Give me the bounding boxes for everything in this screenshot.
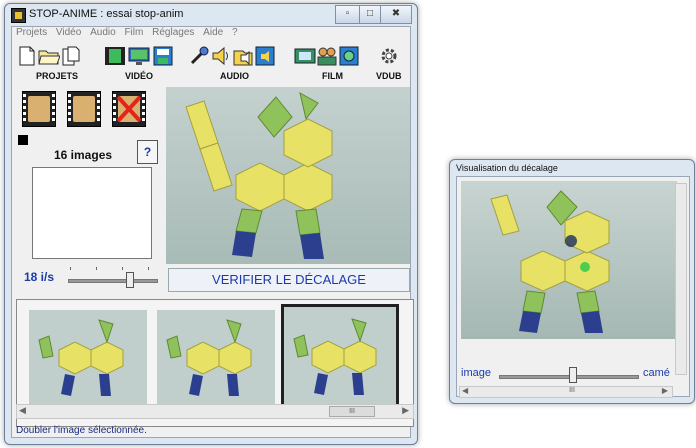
capture-image-button[interactable] bbox=[22, 91, 56, 127]
offset-window: Visualisation du décalage image camé ◀ I… bbox=[449, 159, 695, 404]
toolbar-label-vdub: VDUB bbox=[376, 71, 402, 81]
fps-slider[interactable] bbox=[68, 279, 158, 283]
duplicate-image-button[interactable] bbox=[67, 91, 101, 127]
toolbar-label-film: FILM bbox=[322, 71, 343, 81]
toolbar-label-audio: AUDIO bbox=[220, 71, 249, 81]
audio-import-icon[interactable] bbox=[232, 45, 254, 67]
save-project-icon[interactable] bbox=[60, 45, 82, 67]
face-icon bbox=[28, 96, 50, 122]
color-swatch[interactable] bbox=[18, 135, 28, 145]
vdub-gear-icon[interactable] bbox=[378, 45, 400, 67]
menu-projets[interactable]: Projets bbox=[16, 27, 47, 38]
image-info-panel bbox=[32, 167, 152, 259]
maximize-button[interactable]: □ bbox=[359, 5, 381, 24]
offset-preview bbox=[461, 181, 677, 339]
fps-slider-thumb[interactable] bbox=[126, 272, 134, 288]
close-button[interactable]: ✖ bbox=[380, 5, 412, 24]
delete-image-button[interactable] bbox=[112, 91, 146, 127]
speaker-icon[interactable] bbox=[210, 45, 232, 67]
scroll-left-icon[interactable]: ◀ bbox=[19, 405, 26, 416]
animation-frame-preview bbox=[185, 92, 333, 259]
delete-cross-icon bbox=[116, 95, 142, 123]
thumbnail-2[interactable] bbox=[157, 310, 275, 406]
offset-scrollbar-thumb[interactable]: III bbox=[550, 387, 594, 395]
thumbnail-3-selected[interactable] bbox=[281, 304, 399, 410]
main-client: Projets Vidéo Audio Film Réglages Aide ?… bbox=[11, 26, 414, 438]
menu-film[interactable]: Film bbox=[124, 27, 143, 38]
offset-title-bar[interactable]: Visualisation du décalage bbox=[450, 160, 694, 176]
offset-vertical-scrollbar[interactable] bbox=[675, 183, 687, 375]
app-icon bbox=[11, 8, 26, 23]
face-icon bbox=[73, 96, 95, 122]
menu-aide[interactable]: Aide bbox=[203, 27, 223, 38]
menu-audio[interactable]: Audio bbox=[90, 27, 116, 38]
film-settings-icon[interactable] bbox=[338, 45, 360, 67]
open-folder-icon[interactable] bbox=[38, 45, 60, 67]
menu-question[interactable]: ? bbox=[232, 27, 238, 38]
thumbnail-scrollbar[interactable]: ◀ III ▶ bbox=[16, 404, 414, 419]
toolbar-label-video: VIDÉO bbox=[125, 71, 154, 81]
minimize-button[interactable]: ▫ bbox=[335, 5, 360, 24]
offset-window-title: Visualisation du décalage bbox=[456, 163, 558, 173]
main-preview bbox=[166, 87, 410, 264]
film-people-icon[interactable] bbox=[316, 45, 338, 67]
images-count: 16 images bbox=[54, 148, 113, 162]
scroll-left-icon[interactable]: ◀ bbox=[462, 386, 468, 395]
fps-label: 18 i/s bbox=[24, 270, 55, 284]
offset-slider-thumb[interactable] bbox=[569, 367, 577, 383]
audio-save-icon[interactable] bbox=[254, 45, 276, 67]
status-bar: Doubler l'image sélectionnée. bbox=[16, 425, 147, 436]
toolbar-label-projets: PROJETS bbox=[36, 71, 79, 81]
new-project-icon[interactable] bbox=[16, 45, 38, 67]
help-button[interactable]: ? bbox=[137, 140, 158, 164]
scroll-right-icon[interactable]: ▶ bbox=[662, 386, 668, 395]
video-screen-icon[interactable] bbox=[128, 45, 150, 67]
offset-horizontal-scrollbar[interactable]: ◀ III ▶ bbox=[459, 386, 673, 398]
offset-camera-label: camé bbox=[643, 367, 670, 379]
window-title: STOP-ANIME : essai stop-anim bbox=[29, 8, 184, 20]
offset-client: image camé ◀ III ▶ bbox=[456, 176, 690, 398]
film-export-icon[interactable] bbox=[294, 45, 316, 67]
microphone-icon[interactable] bbox=[188, 45, 210, 67]
scroll-right-icon[interactable]: ▶ bbox=[402, 405, 409, 416]
offset-image-label: image bbox=[461, 367, 491, 379]
title-bar[interactable]: STOP-ANIME : essai stop-anim ▫ □ ✖ bbox=[5, 4, 417, 26]
main-window: STOP-ANIME : essai stop-anim ▫ □ ✖ Proje… bbox=[4, 3, 418, 445]
verify-offset-button[interactable]: VERIFIER LE DÉCALAGE bbox=[168, 268, 410, 292]
menu-reglages[interactable]: Réglages bbox=[152, 27, 194, 38]
video-save-icon[interactable] bbox=[152, 45, 174, 67]
video-film-icon[interactable] bbox=[104, 45, 126, 67]
menu-bar: Projets Vidéo Audio Film Réglages Aide ? bbox=[12, 27, 410, 42]
scrollbar-thumb[interactable]: III bbox=[329, 406, 375, 417]
thumbnail-1[interactable] bbox=[29, 310, 147, 406]
menu-video[interactable]: Vidéo bbox=[56, 27, 81, 38]
